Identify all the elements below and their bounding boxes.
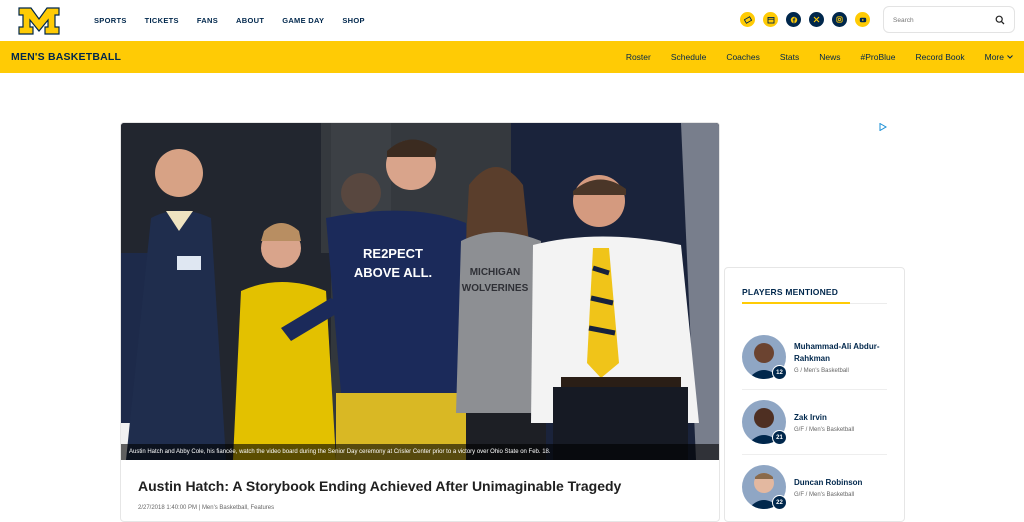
player-card[interactable]: 12 Muhammad-Ali Abdur-Rahkman G / Men's …: [742, 335, 887, 390]
sport-subnav-bar: MEN'S BASKETBALL Roster Schedule Coaches…: [0, 41, 1024, 73]
chevron-down-icon: [1007, 55, 1013, 59]
shirt-text-wolverines: WOLVERINES: [462, 283, 529, 294]
divider: [742, 389, 887, 390]
subnav-more-label: More: [984, 52, 1004, 62]
nav-tickets[interactable]: TICKETS: [145, 16, 179, 25]
title-underline: [742, 302, 887, 304]
nav-sports[interactable]: SPORTS: [94, 16, 127, 25]
subnav-more[interactable]: More: [985, 52, 1013, 62]
shirt-text-respect: RE2PECT: [363, 246, 423, 261]
x-icon[interactable]: [809, 12, 824, 27]
search-icon[interactable]: [995, 15, 1005, 25]
social-links: [740, 12, 870, 27]
subnav-news[interactable]: News: [819, 52, 840, 62]
player-name[interactable]: Duncan Robinson: [794, 477, 886, 489]
search-box[interactable]: [883, 6, 1015, 33]
tickets-icon[interactable]: [740, 12, 755, 27]
player-position: G/F / Men's Basketball: [794, 427, 855, 433]
subnav-problue[interactable]: #ProBlue: [861, 52, 896, 62]
shirt-text-michigan: MICHIGAN: [470, 267, 521, 278]
shirt-text-above-all: ABOVE ALL.: [354, 265, 432, 280]
nav-game-day[interactable]: GAME DAY: [282, 16, 324, 25]
facebook-icon[interactable]: [786, 12, 801, 27]
player-name[interactable]: Zak Irvin: [794, 412, 886, 424]
subnav-coaches[interactable]: Coaches: [726, 52, 760, 62]
sport-subnav: Roster Schedule Coaches Stats News #ProB…: [606, 41, 1013, 73]
block-m-logo[interactable]: [18, 7, 60, 35]
players-mentioned-title: PLAYERS MENTIONED: [742, 287, 839, 297]
subnav-record-book[interactable]: Record Book: [915, 52, 964, 62]
main-nav: SPORTS TICKETS FANS ABOUT GAME DAY SHOP: [94, 0, 383, 41]
player-card[interactable]: 22 Duncan Robinson G/F / Men's Basketbal…: [742, 465, 887, 515]
article-hero-photo: RE2PECT ABOVE ALL. MICHIGAN WOLVERINES: [121, 123, 719, 460]
ad-slot: [724, 122, 889, 262]
nav-about[interactable]: ABOUT: [236, 16, 264, 25]
instagram-icon[interactable]: [832, 12, 847, 27]
calendar-icon[interactable]: [763, 12, 778, 27]
article-title[interactable]: Austin Hatch: A Storybook Ending Achieve…: [138, 478, 621, 494]
subnav-roster[interactable]: Roster: [626, 52, 651, 62]
player-name[interactable]: Muhammad-Ali Abdur-Rahkman: [794, 341, 886, 365]
nav-shop[interactable]: SHOP: [342, 16, 364, 25]
nav-fans[interactable]: FANS: [197, 16, 218, 25]
adchoices-icon[interactable]: [879, 123, 887, 131]
photo-caption: Austin Hatch and Abby Cole, his fiancée,…: [121, 444, 719, 460]
players-mentioned-panel: PLAYERS MENTIONED 12 Muhammad-Ali Abdur-…: [724, 267, 905, 522]
player-position: G / Men's Basketball: [794, 368, 849, 374]
player-card[interactable]: 21 Zak Irvin G/F / Men's Basketball: [742, 400, 887, 455]
jersey-number-badge: 21: [772, 430, 787, 445]
sport-title[interactable]: MEN'S BASKETBALL: [11, 51, 121, 63]
youtube-icon[interactable]: [855, 12, 870, 27]
jersey-number-badge: 12: [772, 365, 787, 380]
jersey-number-badge: 22: [772, 495, 787, 510]
subnav-schedule[interactable]: Schedule: [671, 52, 706, 62]
player-position: G/F / Men's Basketball: [794, 492, 855, 498]
top-header: SPORTS TICKETS FANS ABOUT GAME DAY SHOP: [0, 0, 1024, 41]
article-card: RE2PECT ABOVE ALL. MICHIGAN WOLVERINES A…: [120, 122, 720, 522]
article-byline: 2/27/2018 1:40:00 PM | Men's Basketball,…: [138, 505, 275, 511]
divider: [742, 454, 887, 455]
subnav-stats[interactable]: Stats: [780, 52, 799, 62]
search-input[interactable]: [893, 13, 989, 27]
